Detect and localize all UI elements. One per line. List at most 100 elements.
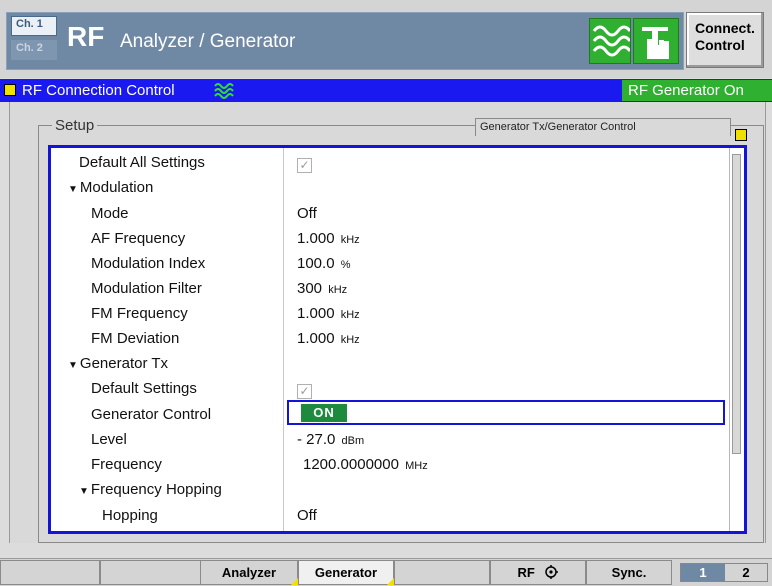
value-unit: kHz <box>340 234 360 246</box>
setting-value[interactable]: 1.000 kHz <box>297 229 360 250</box>
softkey-empty-1[interactable] <box>0 560 100 585</box>
softkey-label: Sync. <box>611 565 647 580</box>
softkey-sync[interactable]: Sync. <box>586 560 672 585</box>
setting-label: Default All Settings <box>79 154 205 171</box>
vertical-scrollbar[interactable] <box>729 148 744 531</box>
header: Ch. 1 Ch. 2 RF Analyzer / Generator Conn… <box>0 0 772 78</box>
check-icon: ✓ <box>297 158 312 173</box>
rf-wave-icon <box>214 83 234 99</box>
softkey-generator[interactable]: Generator <box>298 560 394 585</box>
setting-label: Level <box>91 431 127 448</box>
group-row-modulation[interactable]: ▼ Modulation <box>51 175 733 200</box>
setting-value[interactable]: 100.0 % <box>297 254 351 275</box>
page-2-tab[interactable]: 2 <box>725 564 767 581</box>
generator-control-toggle[interactable]: ON <box>301 404 347 422</box>
menu-indicator-icon[interactable] <box>4 84 16 96</box>
group-label: ▼ Generator Tx <box>68 354 168 375</box>
setting-value[interactable]: 1.000 kHz <box>297 329 360 350</box>
group-row-frequency-hopping[interactable]: ▼ Frequency Hopping <box>51 477 733 502</box>
setting-label: FM Deviation <box>91 330 180 347</box>
group-label-text: Modulation <box>79 179 154 196</box>
value-unit: % <box>340 259 351 271</box>
value-number: 300 <box>297 280 323 297</box>
app-title: Analyzer / Generator <box>120 31 296 52</box>
group-label-text: Generator Tx <box>79 355 169 372</box>
group-label: ▼ Modulation <box>68 178 153 199</box>
setting-row-modulation-index[interactable]: Modulation Index 100.0 % <box>51 251 733 276</box>
value-number: 100.0 <box>297 255 335 272</box>
page-1-tab[interactable]: 1 <box>681 564 725 581</box>
app-short-title: RF <box>67 21 105 52</box>
value-number: 1.000 <box>297 330 335 347</box>
caret-down-icon: ▼ <box>68 360 78 371</box>
setting-label: Generator Control <box>91 406 212 423</box>
value-unit: kHz <box>340 334 360 346</box>
setting-value[interactable]: 1200.0000000 MHz <box>303 455 428 476</box>
setting-label: Modulation Filter <box>91 280 202 297</box>
softkey-analyzer[interactable]: Analyzer <box>200 560 298 585</box>
softkey-marker-icon <box>291 578 298 585</box>
setting-row-modulation-filter[interactable]: Modulation Filter 300 kHz <box>51 276 733 301</box>
softkey-bar: Analyzer Generator RF Sync. 1 2 <box>0 558 772 586</box>
connect-control-line-1: Connect. <box>695 20 755 36</box>
connect-control-line-2: Control <box>695 37 745 53</box>
default-settings-checkbox[interactable]: ✓ <box>297 379 312 399</box>
value-number: 1200.0000000 <box>303 456 399 473</box>
value-number: 1.000 <box>297 230 335 247</box>
value-number: - 27.0 <box>297 431 336 448</box>
channel-1-button[interactable]: Ch. 1 <box>11 16 57 36</box>
group-label-text: Frequency Hopping <box>90 481 222 498</box>
section-title: RF Connection Control <box>22 82 175 99</box>
selection-highlight <box>287 400 725 425</box>
caret-down-icon: ▼ <box>68 184 78 195</box>
softkey-marker-icon <box>387 578 394 585</box>
softkey-label: RF <box>517 565 535 580</box>
setup-legend: Setup <box>52 117 98 135</box>
setting-label: FM Frequency <box>91 305 188 322</box>
setting-row-fm-deviation[interactable]: FM Deviation 1.000 kHz <box>51 326 733 351</box>
setting-label: AF Frequency <box>91 230 186 247</box>
title-bar: Ch. 1 Ch. 2 RF Analyzer / Generator <box>6 12 684 70</box>
caret-down-icon: ▼ <box>79 486 89 497</box>
setting-row-hopping[interactable]: Hopping Off <box>51 503 733 528</box>
rf-connector-icon <box>545 565 559 579</box>
connect-control-button[interactable]: Connect. Control <box>686 12 764 68</box>
rf-wave-icon <box>592 25 632 57</box>
channel-2-button[interactable]: Ch. 2 <box>11 40 57 60</box>
status-badge: RF Generator On <box>622 80 772 101</box>
setting-row-level[interactable]: Level - 27.0 dBm <box>51 427 733 452</box>
softkey-label: Generator <box>314 565 378 580</box>
setting-row-generator-control[interactable]: Generator Control ON <box>51 400 733 427</box>
softkey-empty-2[interactable] <box>100 560 206 585</box>
default-all-checkbox[interactable]: ✓ <box>297 153 312 173</box>
hand-control-button[interactable] <box>633 18 679 64</box>
setting-row-mode[interactable]: Mode Off <box>51 201 733 226</box>
setting-row-default-settings[interactable]: Default Settings ✓ <box>51 376 733 401</box>
setting-label: Default Settings <box>91 380 197 397</box>
setting-value[interactable]: 1.000 kHz <box>297 304 360 325</box>
setting-value[interactable]: Off <box>297 506 317 525</box>
check-icon: ✓ <box>297 384 312 399</box>
setting-value[interactable]: Off <box>297 204 317 223</box>
value-unit: dBm <box>341 435 365 447</box>
hand-icon <box>642 27 669 59</box>
softkey-rf[interactable]: RF <box>490 560 586 585</box>
settings-tree[interactable]: Default All Settings ✓ ▼ Modulation Mode … <box>48 145 747 534</box>
setting-row-default-all[interactable]: Default All Settings ✓ <box>51 150 733 175</box>
value-unit: kHz <box>328 284 348 296</box>
scrollbar-thumb[interactable] <box>732 154 741 454</box>
setting-label: Frequency <box>91 456 162 473</box>
setting-label: Mode <box>91 205 129 222</box>
group-label: ▼ Frequency Hopping <box>79 480 222 501</box>
setting-value[interactable]: 300 kHz <box>297 279 347 300</box>
softkey-empty-3[interactable] <box>394 560 490 585</box>
context-marker-icon[interactable] <box>735 129 747 141</box>
value-number: 1.000 <box>297 305 335 322</box>
setting-value[interactable]: - 27.0 dBm <box>297 430 364 451</box>
setting-row-af-frequency[interactable]: AF Frequency 1.000 kHz <box>51 226 733 251</box>
group-row-generator-tx[interactable]: ▼ Generator Tx <box>51 351 733 376</box>
context-label: Generator Tx/Generator Control <box>475 118 731 136</box>
setting-row-frequency[interactable]: Frequency 1200.0000000 MHz <box>51 452 733 477</box>
setting-row-fm-frequency[interactable]: FM Frequency 1.000 kHz <box>51 301 733 326</box>
rf-wave-button[interactable] <box>589 18 632 64</box>
